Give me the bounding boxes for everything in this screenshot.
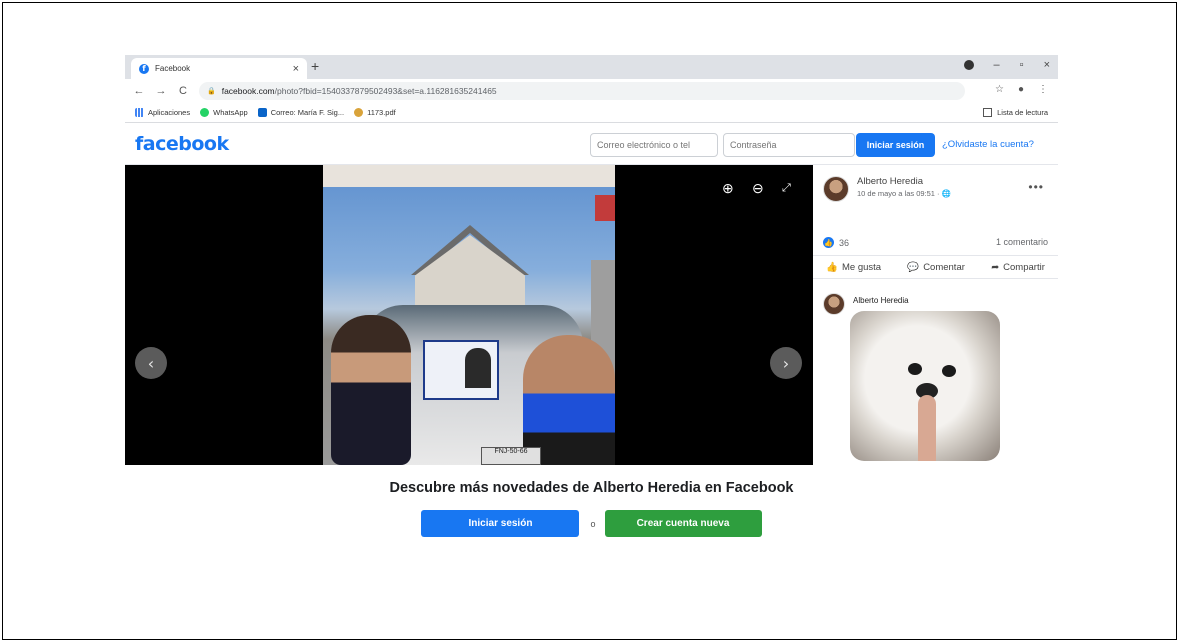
password-field[interactable] [723,133,855,157]
sticker-eye-right [942,365,956,377]
thumbs-up-icon: 👍 [826,261,838,273]
whatsapp-icon [200,108,210,117]
url-path: /photo?fbid=1540337879502493&set=a.11628… [274,86,497,96]
facebook-logo[interactable]: facebook [135,133,229,155]
globe-icon: 🌐 [941,189,951,198]
apps-grid-icon [135,108,144,117]
next-photo-button[interactable]: › [770,347,802,379]
tab-close-icon[interactable]: × [293,63,299,75]
like-button[interactable]: 👍 Me gusta [826,262,881,273]
poster-portrait [465,348,491,388]
pdf-icon [354,108,364,117]
tab-facebook[interactable]: f Facebook × [131,58,307,79]
post-date-text: 10 de mayo a las 09:51 · [857,189,942,198]
post-photo[interactable]: FNJ-50-66 [323,165,615,465]
toolbar-right: ☆ ● ⋮ [995,84,1048,95]
url-host: facebook.com [221,86,275,96]
bookmark-label: WhatsApp [213,108,248,117]
share-arrow-icon: ➦ [991,261,1000,273]
close-button[interactable]: × [1044,59,1050,71]
restore-button[interactable]: ▫ [1020,59,1024,71]
banner-title: Descubre más novedades de Alberto Heredi… [389,480,794,496]
post-side-panel: Alberto Heredia 10 de mayo a las 09:51 ·… [813,165,1058,465]
record-icon[interactable] [963,60,974,70]
email-field[interactable] [590,133,718,157]
profile-icon[interactable]: ● [1018,84,1024,95]
banner-login-button[interactable]: Iniciar sesión [421,510,580,537]
login-banner: Descubre más novedades de Alberto Heredi… [125,465,1058,545]
facebook-favicon-icon: f [139,63,149,74]
tab-strip: f Facebook × + – ▫ × [125,55,1058,79]
bookmark-label: Aplicaciones [148,108,191,117]
sticker-finger [918,395,936,461]
bookmark-outlook[interactable]: Correo: María F. Sig... [257,108,345,117]
create-account-button[interactable]: Crear cuenta nueva [604,510,762,537]
license-plate: FNJ-50-66 [481,447,541,465]
star-icon[interactable]: ☆ [995,84,1004,95]
back-icon[interactable]: ← [131,85,147,97]
post-date[interactable]: 10 de mayo a las 09:51 · 🌐 [857,189,951,198]
bookmark-label: Correo: María F. Sig... [270,108,345,117]
avatar[interactable] [823,176,849,202]
photo-person-left [331,315,411,465]
bookmark-label: 1173.pdf [367,108,396,117]
window-controls: – ▫ × [963,59,1050,71]
comment-label: Comentar [923,261,965,273]
reading-list-label: Lista de lectura [997,108,1048,117]
lock-icon[interactable]: 🔒 [207,87,216,95]
tab-title: Facebook [155,64,191,73]
outlook-icon [257,108,267,117]
like-label: Me gusta [841,261,882,273]
browser-toolbar: ← → C 🔒 facebook.com/photo?fbid=15403378… [125,79,1058,103]
zoom-in-icon[interactable]: ⊕ [722,180,734,197]
fullscreen-icon[interactable]: ⤢ [782,182,791,195]
address-bar[interactable]: 🔒 facebook.com/photo?fbid=15403378795024… [199,82,965,100]
previous-photo-button[interactable]: ‹ [135,347,167,379]
new-tab-button[interactable]: + [311,58,319,74]
menu-icon[interactable]: ⋮ [1038,84,1048,95]
post-meta: Alberto Heredia 10 de mayo a las 09:51 ·… [857,176,951,202]
bookmark-whatsapp[interactable]: WhatsApp [200,108,248,117]
avatar[interactable] [823,293,845,315]
banner-buttons: Iniciar sesión o Crear cuenta nueva [125,510,1058,537]
comments-count[interactable]: 1 comentario [996,237,1048,247]
share-button[interactable]: ➦ Compartir [991,262,1045,273]
forward-icon[interactable]: → [153,85,169,97]
comment-bubble-icon: 💬 [907,261,920,273]
bookmarks-bar: Aplicaciones WhatsApp Correo: María F. S… [125,103,1058,123]
comment-button[interactable]: 💬 Comentar [907,262,965,273]
zoom-out-icon[interactable]: ⊖ [752,180,764,197]
bookmark-pdf[interactable]: 1173.pdf [354,108,396,117]
photo-canopy [323,165,615,187]
browser-window: f Facebook × + – ▫ × ← → C 🔒 facebook.co… [125,55,1058,545]
reading-list-icon [983,108,993,117]
like-reaction-icon: 👍 [823,237,834,248]
share-label: Compartir [1003,261,1045,273]
forgot-account-link[interactable]: ¿Olvidaste la cuenta? [942,139,1034,150]
photo-poster [423,340,499,400]
photo-person-right [523,335,615,465]
reactions-summary[interactable]: 👍 36 [823,237,849,248]
photo-sign [595,195,615,221]
login-button[interactable]: Iniciar sesión [856,133,935,157]
comment-sticker-image[interactable] [850,311,1000,461]
photo-viewer: FNJ-50-66 ⊕ ⊖ ⤢ ‹ › [125,165,813,465]
bookmark-apps[interactable]: Aplicaciones [135,108,190,117]
minimize-button[interactable]: – [994,59,1000,71]
post-author: Alberto Heredia 10 de mayo a las 09:51 ·… [823,176,951,202]
sticker-eye-left [908,363,922,375]
post-actions: 👍 Me gusta 💬 Comentar ➦ Compartir [813,255,1058,279]
or-separator: o [590,518,596,529]
reload-icon[interactable]: C [175,85,191,97]
likes-count: 36 [839,237,850,248]
author-name[interactable]: Alberto Heredia [857,176,951,187]
reading-list[interactable]: Lista de lectura [983,108,1048,117]
facebook-header: facebook Iniciar sesión ¿Olvidaste la cu… [125,123,1058,165]
more-options-icon[interactable]: ••• [1028,180,1044,194]
